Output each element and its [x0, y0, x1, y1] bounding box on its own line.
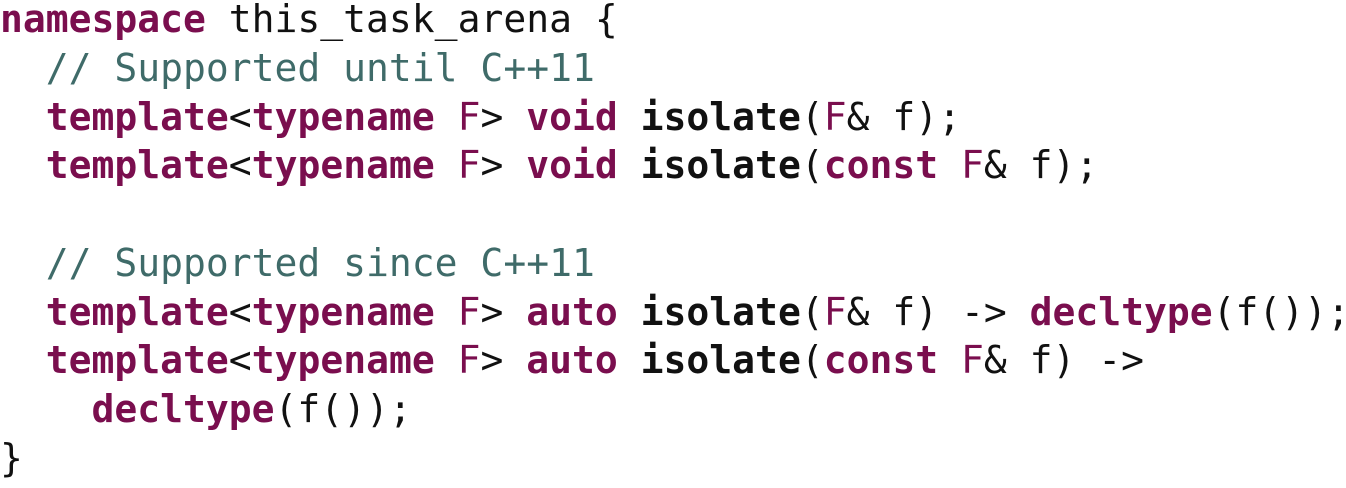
code-token: this_task_arena {: [205, 0, 618, 41]
code-token: // Supported since C++11: [0, 240, 595, 285]
code-token: template: [45, 338, 229, 383]
code-token: F: [457, 143, 481, 188]
code-token: & f) ->: [846, 289, 1030, 334]
code-token: <: [228, 338, 252, 383]
code-token: decltype: [1029, 289, 1213, 334]
code-line: namespace this_task_arena {: [0, 0, 1346, 49]
code-token: void: [526, 94, 618, 139]
code-token: F: [823, 94, 847, 139]
code-token: decltype: [91, 387, 275, 431]
code-token: // Supported until C++11: [0, 45, 595, 90]
code-token: isolate: [640, 338, 801, 383]
code-token: <: [228, 143, 252, 188]
code-line: // Supported until C++11: [0, 49, 1346, 98]
code-token: & f) ->: [983, 338, 1145, 383]
code-token: void: [526, 143, 618, 188]
code-line: template<typename F> void isolate(const …: [0, 146, 1346, 195]
code-token: F: [457, 289, 481, 334]
code-line: decltype(f());: [0, 390, 1346, 439]
code-token: auto: [526, 289, 618, 334]
code-listing: namespace this_task_arena { // Supported…: [0, 0, 1346, 484]
code-token: typename: [251, 94, 435, 139]
code-token: (f());: [1212, 289, 1346, 334]
code-token: F: [961, 338, 984, 383]
code-token: isolate: [640, 143, 801, 188]
code-token: namespace: [0, 0, 206, 41]
code-token: typename: [251, 143, 435, 188]
code-token: >: [480, 338, 527, 383]
code-token: template: [45, 94, 229, 139]
code-token: auto: [526, 338, 618, 383]
code-line: template<typename F> auto isolate(const …: [0, 341, 1346, 390]
code-token: (: [800, 143, 824, 188]
code-line: // Supported since C++11: [0, 244, 1346, 293]
code-token: <: [228, 94, 252, 139]
code-token: const: [823, 338, 939, 383]
code-token: F: [961, 143, 984, 188]
code-token: >: [480, 94, 527, 139]
code-token: (: [800, 94, 824, 139]
code-token: & f);: [846, 94, 961, 139]
code-token: F: [823, 289, 847, 334]
code-token: typename: [251, 338, 435, 383]
code-token: isolate: [640, 289, 801, 334]
code-token: template: [45, 289, 229, 334]
code-token: >: [480, 289, 527, 334]
code-line: }: [0, 439, 1346, 488]
code-token: const: [823, 143, 939, 188]
code-token: <: [228, 289, 252, 334]
code-line: template<typename F> void isolate(F& f);: [0, 98, 1346, 147]
code-token: isolate: [640, 94, 801, 139]
code-token: & f);: [983, 143, 1099, 188]
code-token: F: [457, 338, 481, 383]
code-token: typename: [251, 289, 435, 334]
code-token: (f());: [274, 387, 412, 431]
code-line: template<typename F> auto isolate(F& f) …: [0, 293, 1346, 342]
code-token: F: [457, 94, 481, 139]
code-token: }: [0, 435, 23, 480]
code-token: template: [45, 143, 229, 188]
code-token: >: [480, 143, 527, 188]
code-token: (: [800, 289, 824, 334]
code-token: (: [800, 338, 824, 383]
